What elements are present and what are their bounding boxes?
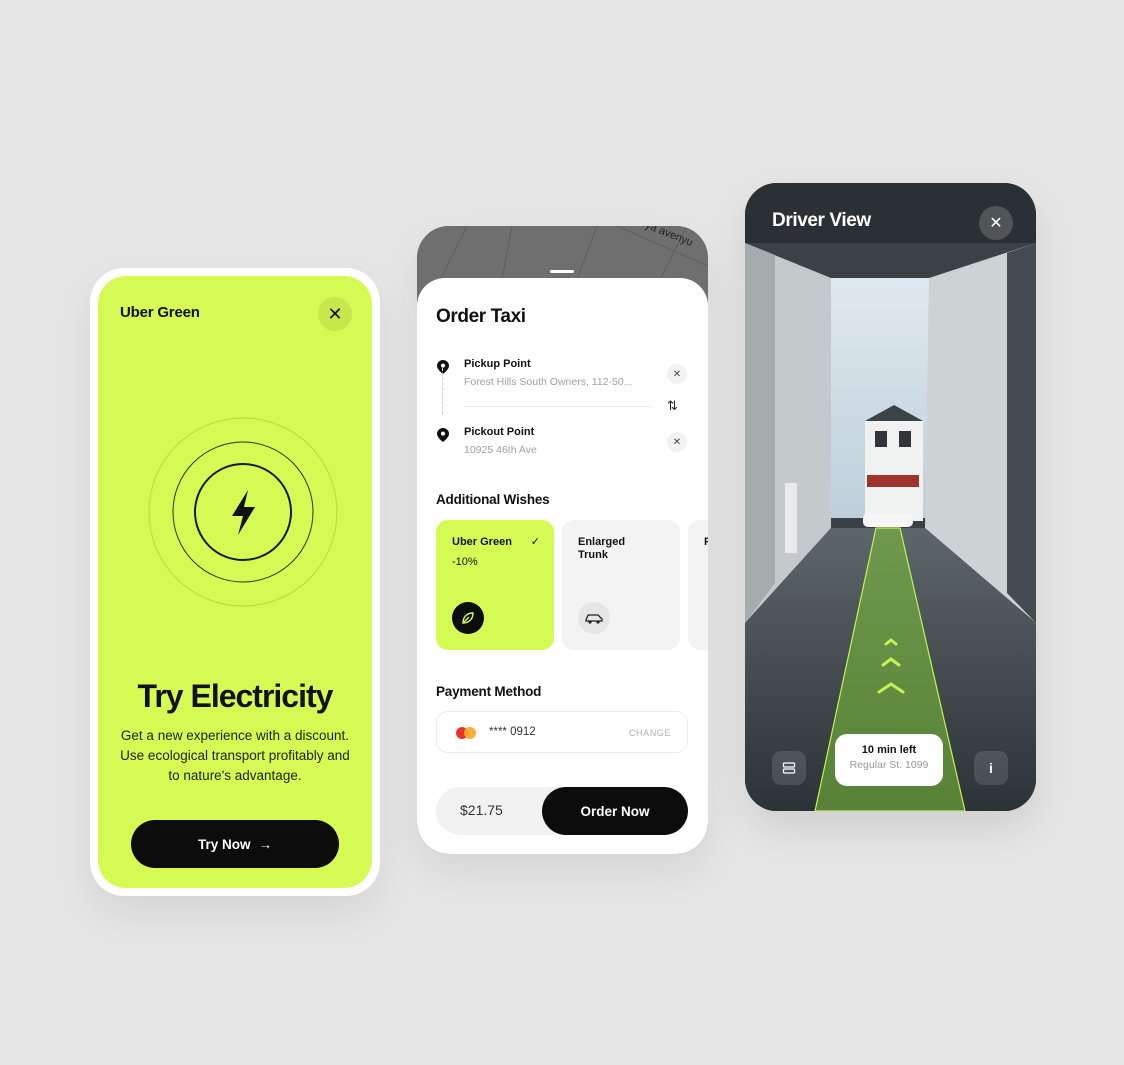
try-now-button[interactable]: Try Now →	[131, 820, 339, 868]
wish-title: Enlarged Trunk	[578, 536, 626, 561]
price-label: $21.75	[460, 802, 503, 818]
pickup-address: Forest Hills South Owners, 112-50...	[464, 376, 633, 388]
brand-label: Uber Green	[120, 304, 200, 321]
arrow-right-icon: →	[258, 836, 273, 852]
close-icon: ✕	[672, 368, 682, 380]
wish-subtitle: -10%	[452, 556, 478, 568]
eta-time: 10 min left	[861, 744, 917, 756]
close-button[interactable]: ✕	[318, 297, 352, 331]
close-icon: ✕	[989, 215, 1003, 232]
page-title: Driver View	[772, 210, 871, 231]
divider	[463, 406, 653, 407]
try-now-label: Try Now	[197, 836, 251, 852]
info-button[interactable]: i	[974, 751, 1008, 785]
page-title: Order Taxi	[436, 306, 526, 327]
clear-pickout-button[interactable]: ✕	[667, 432, 687, 452]
info-icon: i	[989, 760, 993, 776]
order-sheet: Order Taxi Pickup Point Forest Hills Sou…	[417, 278, 708, 854]
wish-title: P	[704, 536, 708, 548]
payment-method-card[interactable]: **** 0912 CHANGE	[436, 711, 688, 753]
order-taxi-screen: ya avenyu Order Taxi Pickup Point Forest…	[417, 226, 708, 854]
uber-green-screen: Uber Green ✕ Try Electricity Get a new e…	[90, 268, 380, 896]
wish-card-uber-green[interactable]: Uber Green -10% ✓	[436, 520, 554, 650]
description: Get a new experience with a discount. Us…	[120, 728, 350, 783]
layers-icon	[782, 762, 796, 774]
location-pin-icon	[437, 360, 449, 374]
check-icon: ✓	[530, 536, 540, 548]
pickout-label: Pickout Point	[464, 426, 535, 438]
change-payment-link[interactable]: CHANGE	[629, 728, 671, 738]
close-icon: ✕	[672, 436, 682, 448]
clear-pickup-button[interactable]: ✕	[667, 364, 687, 384]
electricity-rings	[148, 417, 338, 607]
location-pin-icon	[437, 428, 449, 442]
sheet-handle[interactable]	[550, 270, 574, 273]
order-now-button[interactable]: Order Now	[542, 787, 688, 835]
page-title: Try Electricity	[137, 678, 334, 714]
swap-icon[interactable]: ⇅	[667, 398, 678, 414]
route-connector	[442, 368, 443, 414]
driver-view-screen: Driver View ✕ 10 min left Regular St. 10…	[745, 183, 1036, 811]
lightning-icon	[232, 490, 255, 535]
wish-title: Uber Green	[452, 536, 512, 548]
close-button[interactable]: ✕	[979, 206, 1013, 240]
car-icon	[578, 602, 610, 634]
eta-card: 10 min left Regular St. 1099	[835, 734, 943, 786]
additional-wishes-heading: Additional Wishes	[436, 492, 550, 507]
card-number: **** 0912	[489, 726, 536, 738]
pickup-label: Pickup Point	[464, 358, 531, 370]
checkout-bar: $21.75 Order Now	[436, 787, 688, 835]
pickout-address: 10925 46th Ave	[464, 444, 537, 456]
wish-card-enlarged-trunk[interactable]: Enlarged Trunk	[562, 520, 680, 650]
leaf-icon	[452, 602, 484, 634]
payment-method-heading: Payment Method	[436, 684, 542, 699]
mastercard-icon	[456, 727, 476, 739]
wish-card-partial[interactable]: P	[688, 520, 708, 650]
layers-button[interactable]	[772, 751, 806, 785]
eta-address: Regular St. 1099	[849, 759, 929, 771]
close-icon: ✕	[327, 303, 343, 324]
uber-green-card: Uber Green ✕ Try Electricity Get a new e…	[98, 276, 372, 888]
driver-camera-view	[745, 183, 1036, 811]
